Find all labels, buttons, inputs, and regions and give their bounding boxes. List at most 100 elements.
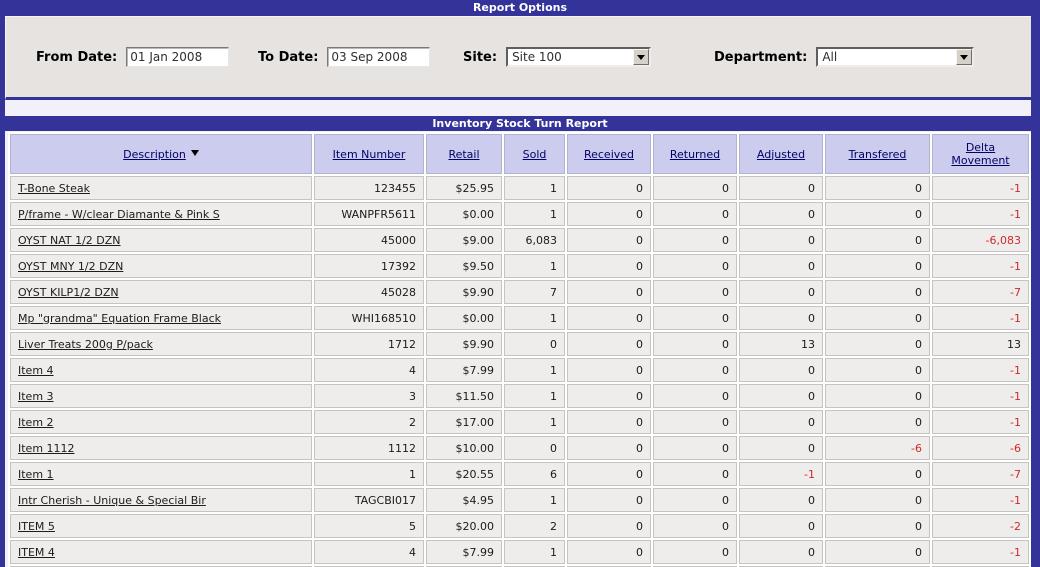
transfered-cell: 0 xyxy=(825,384,930,408)
description-link[interactable]: Item 2 xyxy=(18,416,54,429)
sold-cell: 1 xyxy=(504,384,565,408)
description-link[interactable]: Item 1 xyxy=(18,468,54,481)
transfered-cell: 0 xyxy=(825,176,930,200)
column-header-link[interactable]: Received xyxy=(584,148,634,161)
description-link[interactable]: P/frame - W/clear Diamante & Pink S xyxy=(18,208,220,221)
column-header-sold: Sold xyxy=(504,134,565,174)
description-link[interactable]: ITEM 4 xyxy=(18,546,55,559)
sold-cell: 0 xyxy=(504,436,565,460)
retail-cell: $4.95 xyxy=(426,488,502,512)
description-cell: Item 4 xyxy=(10,358,312,382)
sold-cell: 1 xyxy=(504,410,565,434)
to-date-label: To Date: xyxy=(258,50,318,65)
description-cell: Mp "grandma" Equation Frame Black xyxy=(10,306,312,330)
description-link[interactable]: T-Bone Steak xyxy=(18,182,90,195)
department-field-group: Department: All xyxy=(714,47,974,67)
from-date-label: From Date: xyxy=(36,50,117,65)
transfered-cell: 0 xyxy=(825,332,930,356)
column-header-link[interactable]: Delta Movement xyxy=(951,141,1009,167)
description-link[interactable]: ITEM 5 xyxy=(18,520,55,533)
transfered-cell: 0 xyxy=(825,228,930,252)
received-cell: 0 xyxy=(567,254,651,278)
sold-cell: 1 xyxy=(504,176,565,200)
returned-cell: 0 xyxy=(653,202,737,226)
delta_movement-cell: 13 xyxy=(932,332,1029,356)
column-header-delta_movement: Delta Movement xyxy=(932,134,1029,174)
column-header-link[interactable]: Transfered xyxy=(849,148,907,161)
retail-cell: $9.90 xyxy=(426,280,502,304)
table-row: OYST NAT 1/2 DZN45000$9.006,0830000-6,08… xyxy=(10,228,1029,252)
received-cell: 0 xyxy=(567,228,651,252)
department-dropdown-arrow-icon[interactable] xyxy=(956,49,972,65)
description-link[interactable]: Intr Cherish - Unique & Special Bir xyxy=(18,494,206,507)
retail-cell: $7.99 xyxy=(426,358,502,382)
delta_movement-cell: -2 xyxy=(932,514,1029,538)
item_number-cell: 17392 xyxy=(314,254,424,278)
received-cell: 0 xyxy=(567,306,651,330)
adjusted-cell: 0 xyxy=(739,358,823,382)
report-options-title-bar: Report Options xyxy=(0,0,1040,16)
delta_movement-cell: -1 xyxy=(932,254,1029,278)
table-row: Item 11$20.55600-10-7 xyxy=(10,462,1029,486)
received-cell: 0 xyxy=(567,176,651,200)
delta_movement-cell: -1 xyxy=(932,306,1029,330)
adjusted-cell: 0 xyxy=(739,436,823,460)
description-link[interactable]: Mp "grandma" Equation Frame Black xyxy=(18,312,221,325)
returned-cell: 0 xyxy=(653,436,737,460)
site-dropdown-arrow-icon[interactable] xyxy=(633,49,649,65)
table-row: OYST MNY 1/2 DZN17392$9.5010000-1 xyxy=(10,254,1029,278)
description-link[interactable]: Item 4 xyxy=(18,364,54,377)
description-link[interactable]: Item 3 xyxy=(18,390,54,403)
column-header-link[interactable]: Adjusted xyxy=(757,148,805,161)
table-row: Intr Cherish - Unique & Special BirTAGCB… xyxy=(10,488,1029,512)
sold-cell: 1 xyxy=(504,540,565,564)
adjusted-cell: 0 xyxy=(739,410,823,434)
adjusted-cell: 0 xyxy=(739,254,823,278)
description-cell: Liver Treats 200g P/pack xyxy=(10,332,312,356)
site-select[interactable]: Site 100 xyxy=(506,47,651,67)
description-cell: Item 3 xyxy=(10,384,312,408)
table-row: Item 33$11.5010000-1 xyxy=(10,384,1029,408)
column-header-description: Description xyxy=(10,134,312,174)
column-header-link[interactable]: Returned xyxy=(670,148,720,161)
description-link[interactable]: OYST MNY 1/2 DZN xyxy=(18,260,123,273)
sold-cell: 6,083 xyxy=(504,228,565,252)
transfered-cell: 0 xyxy=(825,514,930,538)
department-select-value: All xyxy=(818,50,956,64)
item_number-cell: WHI168510 xyxy=(314,306,424,330)
sort-desc-icon xyxy=(191,150,199,160)
item_number-cell: 123455 xyxy=(314,176,424,200)
returned-cell: 0 xyxy=(653,254,737,278)
table-row: ITEM 55$20.0020000-2 xyxy=(10,514,1029,538)
description-link[interactable]: OYST NAT 1/2 DZN xyxy=(18,234,121,247)
returned-cell: 0 xyxy=(653,332,737,356)
table-row: Item 22$17.0010000-1 xyxy=(10,410,1029,434)
report-title-bar: Inventory Stock Turn Report xyxy=(0,116,1040,131)
description-cell: T-Bone Steak xyxy=(10,176,312,200)
description-cell: OYST MNY 1/2 DZN xyxy=(10,254,312,278)
sold-cell: 6 xyxy=(504,462,565,486)
item_number-cell: 45000 xyxy=(314,228,424,252)
description-cell: Item 1112 xyxy=(10,436,312,460)
to-date-input[interactable] xyxy=(327,47,430,67)
transfered-cell: 0 xyxy=(825,488,930,512)
column-header-received: Received xyxy=(567,134,651,174)
column-header-link[interactable]: Sold xyxy=(523,148,547,161)
returned-cell: 0 xyxy=(653,462,737,486)
table-row: Item 11121112$10.000000-6-6 xyxy=(10,436,1029,460)
adjusted-cell: 0 xyxy=(739,202,823,226)
description-cell: OYST KILP1/2 DZN xyxy=(10,280,312,304)
column-header-link[interactable]: Description xyxy=(123,148,186,161)
column-header-link[interactable]: Retail xyxy=(448,148,479,161)
description-link[interactable]: Liver Treats 200g P/pack xyxy=(18,338,153,351)
item_number-cell: 45028 xyxy=(314,280,424,304)
table-row: P/frame - W/clear Diamante & Pink SWANPF… xyxy=(10,202,1029,226)
column-header-link[interactable]: Item Number xyxy=(333,148,406,161)
from-date-input[interactable] xyxy=(126,47,229,67)
description-link[interactable]: OYST KILP1/2 DZN xyxy=(18,286,119,299)
adjusted-cell: 0 xyxy=(739,384,823,408)
department-select[interactable]: All xyxy=(816,47,974,67)
returned-cell: 0 xyxy=(653,488,737,512)
description-link[interactable]: Item 1112 xyxy=(18,442,75,455)
item_number-cell: 3 xyxy=(314,384,424,408)
